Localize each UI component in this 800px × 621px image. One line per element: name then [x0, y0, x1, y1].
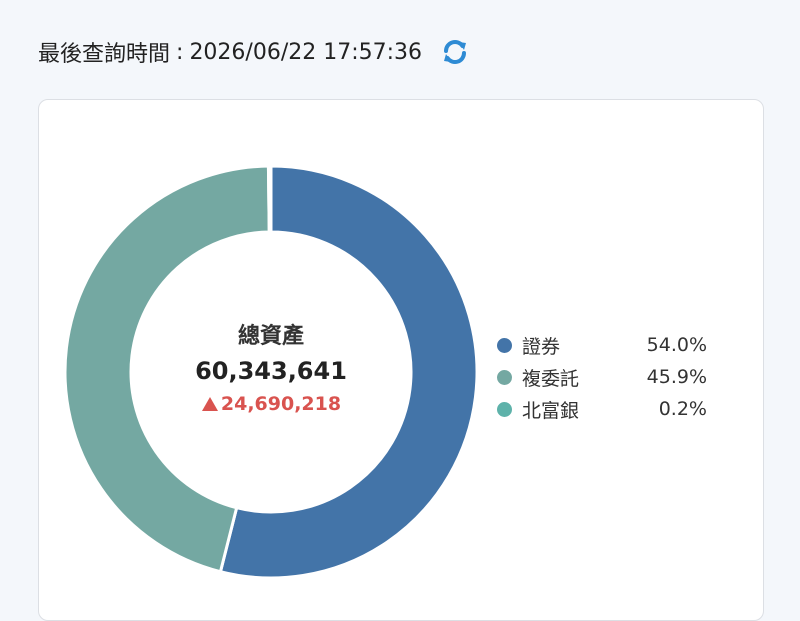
legend-name: 複委託 [522, 367, 580, 390]
refresh-icon[interactable] [440, 37, 470, 67]
legend-name: 證券 [522, 335, 561, 358]
asset-summary-card: 總資產 60,343,641 24,690,218 證券 54.0% 複委託 4… [38, 99, 764, 621]
legend-dot [497, 369, 512, 385]
legend-value: 45.9% [646, 366, 707, 388]
legend-dot [497, 401, 512, 417]
asset-change-value: 24,690,218 [220, 393, 342, 415]
legend-item-bank[interactable]: 北富銀 0.2% [497, 393, 707, 425]
label-separator: : [176, 39, 184, 65]
last-query-label: 最後查詢時間 [38, 42, 171, 67]
legend-value: 54.0% [646, 334, 707, 356]
legend-dot [497, 337, 512, 353]
last-query-header: 最後查詢時間 : 2026/06/22 17:57:36 [38, 34, 470, 70]
total-assets-value: 60,343,641 [195, 357, 347, 385]
last-query-timestamp: 2026/06/22 17:57:36 [189, 39, 423, 65]
chart-legend: 證券 54.0% 複委託 45.9% 北富銀 0.2% [497, 329, 707, 425]
legend-name: 北富銀 [522, 399, 580, 422]
legend-item-sub-brokerage[interactable]: 複委託 45.9% [497, 361, 707, 393]
triangle-up-icon [201, 397, 218, 411]
donut-center: 總資產 60,343,641 24,690,218 [171, 322, 371, 418]
asset-change: 24,690,218 [171, 390, 371, 418]
total-assets-label: 總資產 [237, 324, 304, 349]
donut-slice-2[interactable] [266, 164, 273, 234]
legend-item-securities[interactable]: 證券 54.0% [497, 329, 707, 361]
legend-value: 0.2% [658, 398, 707, 420]
